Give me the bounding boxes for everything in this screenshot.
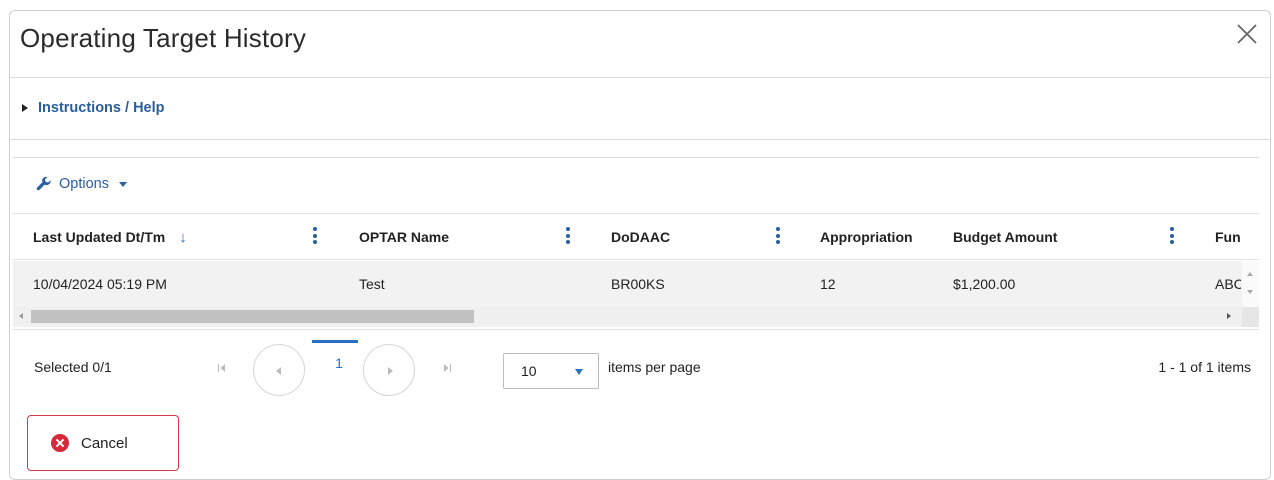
scroll-right-icon[interactable] (1227, 313, 1231, 319)
page-number[interactable]: 1 (320, 344, 358, 382)
divider (10, 77, 1270, 78)
cancel-label: Cancel (81, 434, 128, 452)
scrollbar-corner (1242, 307, 1259, 327)
scrollbar-thumb[interactable] (31, 310, 474, 323)
next-page-button[interactable] (363, 344, 415, 396)
close-icon[interactable] (1234, 21, 1260, 47)
column-label: OPTAR Name (359, 229, 449, 245)
column-label: Appropriation (820, 229, 913, 245)
column-menu-icon[interactable] (565, 227, 571, 247)
column-header-dodaac[interactable]: DoDAAC (611, 214, 670, 260)
chevron-left-icon (276, 367, 281, 375)
instructions-help-label: Instructions / Help (38, 100, 165, 116)
column-menu-icon[interactable] (312, 227, 318, 247)
items-per-page-label: items per page (608, 359, 701, 375)
grid-header: Last Updated Dt/Tm ↓ OPTAR Name DoDAAC A… (13, 213, 1259, 260)
cell-dodaac: BR00KS (611, 276, 665, 292)
options-button[interactable]: Options (36, 176, 127, 192)
sort-descending-icon[interactable]: ↓ (179, 229, 187, 246)
current-page-indicator (312, 340, 358, 343)
dropdown-caret-icon (575, 369, 583, 375)
horizontal-scrollbar[interactable] (13, 307, 1259, 327)
page-size-value: 10 (521, 363, 537, 379)
scroll-down-icon[interactable] (1247, 290, 1253, 294)
column-label: Last Updated Dt/Tm (33, 229, 166, 245)
wrench-icon (36, 176, 51, 191)
cancel-x-circle-icon (51, 434, 69, 452)
history-grid: Options Last Updated Dt/Tm ↓ OPTAR Name … (13, 157, 1259, 405)
caret-down-icon (118, 181, 127, 187)
cell-optar-name: Test (359, 276, 385, 292)
scroll-up-icon[interactable] (1247, 272, 1253, 276)
column-menu-icon[interactable] (1169, 227, 1175, 247)
column-header-budget-amount[interactable]: Budget Amount (953, 214, 1057, 260)
divider (10, 139, 1270, 140)
column-header-last-updated[interactable]: Last Updated Dt/Tm ↓ (33, 214, 187, 260)
cell-appropriation: 12 (820, 276, 836, 292)
first-page-icon[interactable] (217, 361, 227, 373)
column-menu-icon[interactable] (775, 227, 781, 247)
previous-page-button[interactable] (253, 344, 305, 396)
chevron-right-icon (388, 367, 393, 375)
column-header-fund[interactable]: Fun (1215, 214, 1241, 260)
column-label: Budget Amount (953, 229, 1058, 245)
column-label: DoDAAC (611, 229, 671, 245)
vertical-scrollbar[interactable] (1242, 261, 1259, 307)
cell-last-updated: 10/04/2024 05:19 PM (33, 276, 167, 292)
page-size-select[interactable]: 10 (503, 353, 599, 389)
instructions-help-toggle[interactable]: Instructions / Help (22, 100, 165, 116)
column-header-optar-name[interactable]: OPTAR Name (359, 214, 449, 260)
dialog-title: Operating Target History (20, 23, 307, 53)
operating-target-history-dialog: Operating Target History Instructions / … (9, 10, 1271, 480)
last-page-icon[interactable] (442, 361, 452, 373)
expand-triangle-icon (22, 104, 28, 112)
pager: Selected 0/1 1 10 items per page 1 - 1 o… (13, 329, 1259, 405)
items-range: 1 - 1 of 1 items (1158, 359, 1251, 375)
cancel-button[interactable]: Cancel (27, 415, 179, 471)
table-row[interactable]: 10/04/2024 05:19 PM Test BR00KS 12 $1,20… (13, 261, 1259, 307)
column-header-appropriation[interactable]: Appropriation (820, 214, 913, 260)
column-label: Fun (1215, 229, 1241, 245)
cell-budget-amount: $1,200.00 (953, 276, 1016, 292)
options-label: Options (59, 176, 109, 192)
scroll-left-icon[interactable] (19, 313, 23, 319)
cell-fund: ABC (1215, 276, 1241, 292)
selected-count: Selected 0/1 (34, 359, 112, 375)
